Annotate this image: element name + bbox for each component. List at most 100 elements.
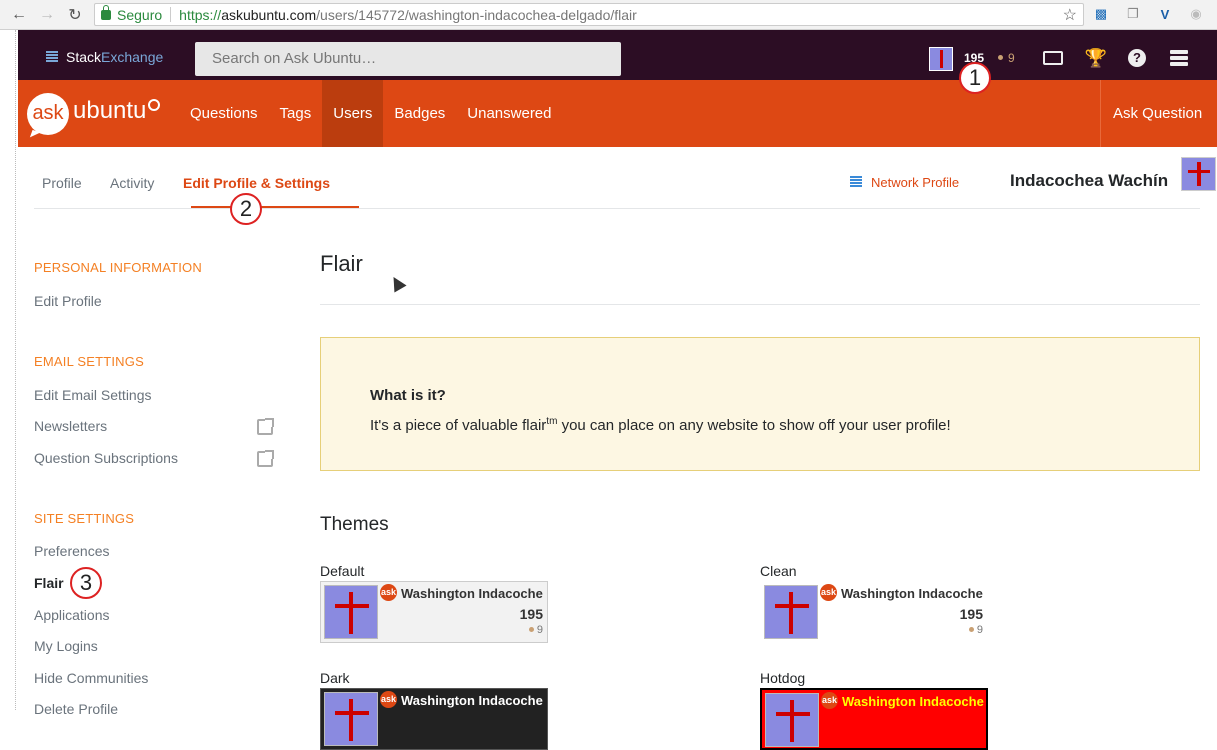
v-extension-icon[interactable]: V bbox=[1156, 5, 1174, 23]
flair-card-hotdog[interactable]: ask Washington Indacoche bbox=[760, 688, 988, 750]
flair-card-default[interactable]: ask Washington Indacoche 195 9 bbox=[320, 581, 548, 643]
flair-user-name: Washington Indacoche bbox=[401, 693, 543, 708]
user-display-name[interactable]: Indacochea Wachín bbox=[1010, 171, 1168, 191]
tab-profile[interactable]: Profile bbox=[42, 175, 82, 191]
sidebar-item-newsletters[interactable]: Newsletters bbox=[34, 418, 107, 434]
bronze-badge-count[interactable]: 9 bbox=[998, 51, 1015, 65]
back-icon[interactable]: ← bbox=[6, 3, 32, 27]
flair-user-name: Washington Indacoche bbox=[401, 586, 543, 601]
bronze-badge-icon bbox=[528, 627, 534, 632]
network-profile-label: Network Profile bbox=[871, 175, 960, 190]
logo-ubuntu-text: ubuntu bbox=[73, 97, 147, 124]
external-link-icon[interactable] bbox=[257, 450, 274, 467]
url-host: askubuntu.com bbox=[221, 6, 317, 23]
ubuntu-circle-icon bbox=[148, 99, 161, 111]
site-icon: ask bbox=[820, 584, 837, 601]
title-divider bbox=[320, 304, 1200, 305]
flair-avatar bbox=[765, 693, 819, 747]
help-icon[interactable]: ? bbox=[1126, 47, 1148, 69]
tab-activity[interactable]: Activity bbox=[110, 175, 154, 191]
stackexchange-topbar: Stack Exchange Search on Ask Ubuntu… 195 … bbox=[18, 30, 1217, 80]
sidebar-item-applications[interactable]: Applications bbox=[34, 607, 110, 623]
external-link-icon[interactable] bbox=[257, 418, 274, 435]
ask-question-button[interactable]: Ask Question bbox=[1100, 80, 1217, 147]
nav-questions[interactable]: Questions bbox=[179, 80, 269, 147]
flair-avatar bbox=[764, 585, 818, 639]
stackexchange-icon bbox=[46, 51, 58, 63]
bookmark-star-icon[interactable]: ☆ bbox=[1063, 5, 1077, 25]
sidebar-item-preferences[interactable]: Preferences bbox=[34, 543, 109, 559]
flair-user-name: Washington Indacoche bbox=[841, 586, 983, 601]
sidebar-item-delete-profile[interactable]: Delete Profile bbox=[34, 701, 118, 717]
address-bar[interactable]: Seguro https:// askubuntu.com /users/145… bbox=[94, 3, 1084, 26]
flair-reputation: 195 bbox=[519, 606, 543, 622]
theme-label-hotdog: Hotdog bbox=[760, 670, 806, 686]
site-icon: ask bbox=[380, 584, 397, 601]
flair-info-box: What is it? It's a piece of valuable fla… bbox=[320, 337, 1200, 471]
save-extension-icon[interactable]: ▩ bbox=[1092, 5, 1110, 23]
flair-reputation: 195 bbox=[959, 606, 983, 622]
tag-extension-icon[interactable]: ◉ bbox=[1187, 5, 1205, 23]
bronze-badge-icon bbox=[968, 627, 974, 632]
sidebar-item-hide-communities[interactable]: Hide Communities bbox=[34, 670, 148, 686]
callout-2: 2 bbox=[230, 193, 262, 225]
reload-icon[interactable]: ↻ bbox=[62, 3, 88, 27]
theme-label-default: Default bbox=[320, 563, 365, 579]
nav-users[interactable]: Users bbox=[322, 80, 384, 147]
url-scheme: https:// bbox=[179, 6, 222, 23]
sidebar-item-flair[interactable]: Flair bbox=[34, 575, 64, 591]
email-settings-heading: EMAIL SETTINGS bbox=[34, 354, 144, 369]
theme-label-clean: Clean bbox=[760, 563, 797, 579]
profile-subnav: Profile Activity Edit Profile & Settings… bbox=[34, 147, 1216, 209]
info-text-after: you can place on any website to show off… bbox=[557, 417, 951, 434]
info-text: It's a piece of valuable flairtm you can… bbox=[370, 416, 951, 434]
inbox-icon[interactable] bbox=[1042, 47, 1064, 69]
sidebar-item-edit-email[interactable]: Edit Email Settings bbox=[34, 387, 152, 403]
nav-tags[interactable]: Tags bbox=[269, 80, 323, 147]
stackexchange-logo[interactable]: Stack Exchange bbox=[46, 49, 163, 65]
forward-icon[interactable]: → bbox=[34, 3, 60, 27]
logo-exchange-text: Exchange bbox=[101, 49, 164, 65]
site-switcher-icon[interactable] bbox=[1168, 47, 1190, 69]
left-gutter bbox=[0, 30, 18, 710]
info-tm: tm bbox=[546, 416, 558, 427]
url-separator bbox=[170, 7, 172, 22]
tab-edit-profile-settings[interactable]: Edit Profile & Settings bbox=[183, 175, 330, 191]
themes-heading: Themes bbox=[320, 514, 389, 535]
flair-card-clean[interactable]: ask Washington Indacoche 195 9 bbox=[760, 581, 988, 643]
flair-badges: 9 bbox=[968, 624, 983, 636]
flair-badge-count: 9 bbox=[536, 624, 543, 636]
nav-unanswered[interactable]: Unanswered bbox=[456, 80, 562, 147]
search-input[interactable]: Search on Ask Ubuntu… bbox=[195, 42, 621, 76]
main-nav: Questions Tags Users Badges Unanswered bbox=[179, 80, 563, 147]
logo-stack-text: Stack bbox=[66, 49, 102, 65]
sidebar-item-edit-profile[interactable]: Edit Profile bbox=[34, 293, 102, 309]
user-avatar[interactable] bbox=[929, 47, 953, 71]
achievements-trophy-icon[interactable]: 🏆 bbox=[1085, 47, 1107, 69]
network-profile-link[interactable]: Network Profile bbox=[850, 175, 959, 190]
flair-user-name: Washington Indacoche bbox=[842, 694, 984, 709]
callout-3: 3 bbox=[70, 567, 102, 599]
sidebar-item-question-subscriptions[interactable]: Question Subscriptions bbox=[34, 450, 178, 466]
callout-1: 1 bbox=[959, 62, 991, 94]
secure-label: Seguro bbox=[117, 6, 163, 23]
url-path: /users/145772/washington-indacochea-delg… bbox=[316, 6, 637, 23]
site-settings-heading: SITE SETTINGS bbox=[34, 511, 135, 526]
flair-badges: 9 bbox=[528, 624, 543, 636]
site-icon: ask bbox=[380, 691, 397, 708]
site-icon: ask bbox=[821, 692, 838, 709]
copy-extension-icon[interactable]: ❐ bbox=[1124, 5, 1142, 23]
page-title: Flair bbox=[320, 251, 363, 276]
flair-avatar bbox=[324, 585, 378, 639]
flair-avatar bbox=[324, 692, 378, 746]
sidebar-item-my-logins[interactable]: My Logins bbox=[34, 638, 98, 654]
lock-icon bbox=[101, 4, 111, 20]
network-profile-icon bbox=[850, 175, 862, 190]
flair-card-dark[interactable]: ask Washington Indacoche bbox=[320, 688, 548, 750]
user-avatar-large[interactable] bbox=[1181, 157, 1216, 191]
theme-label-dark: Dark bbox=[320, 670, 350, 686]
info-text-before: It's a piece of valuable flair bbox=[370, 417, 547, 434]
nav-badges[interactable]: Badges bbox=[383, 80, 456, 147]
bronze-badge-icon bbox=[998, 55, 1003, 60]
askubuntu-logo[interactable]: ask ubuntu bbox=[27, 93, 161, 135]
